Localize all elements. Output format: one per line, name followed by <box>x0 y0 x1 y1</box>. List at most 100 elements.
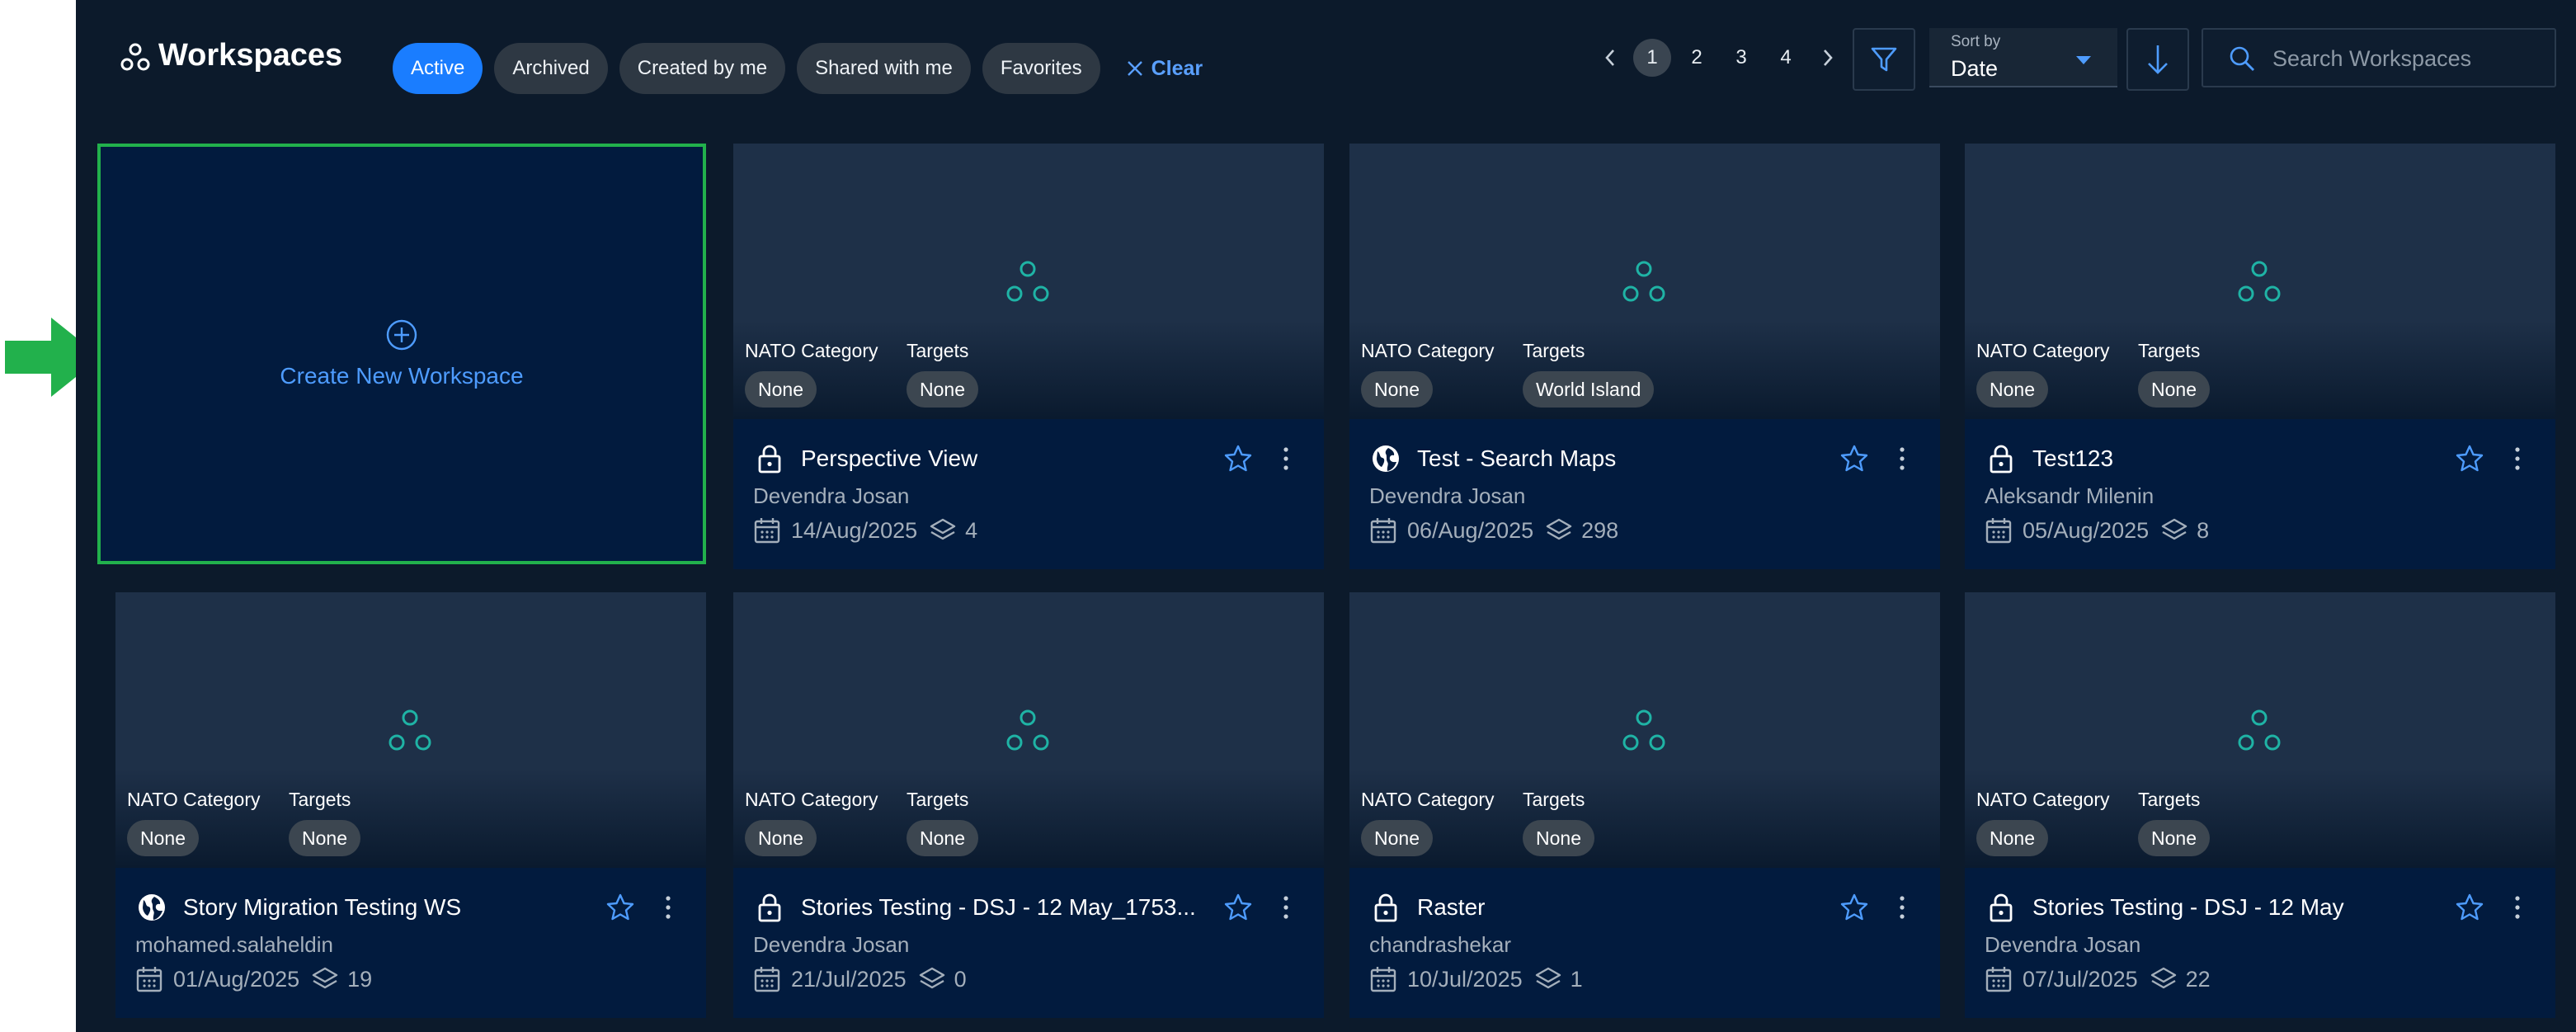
layer-count: 4 <box>965 518 978 543</box>
create-new-workspace-card[interactable]: Create New Workspace <box>97 144 706 564</box>
sort-by-select[interactable]: Sort by Date <box>1929 28 2117 87</box>
more-options-icon[interactable] <box>1278 444 1294 474</box>
workspace-card[interactable]: NATO Category Targets None World Island … <box>1349 144 1940 569</box>
workspace-owner: Devendra Josan <box>753 932 910 957</box>
nato-category-tag: None <box>1361 371 1433 408</box>
calendar-icon <box>136 967 162 992</box>
targets-label: Targets <box>2138 340 2201 361</box>
page-title: Workspaces <box>158 38 343 73</box>
globe-icon <box>1369 442 1402 479</box>
targets-tag: None <box>907 820 978 856</box>
layer-count: 8 <box>2197 518 2210 543</box>
page-1-button[interactable]: 1 <box>1633 39 1671 77</box>
calendar-icon <box>1985 967 2012 992</box>
workspace-title: Test - Search Maps <box>1417 445 1617 471</box>
layers-icon <box>2150 967 2176 989</box>
targets-tag: None <box>289 820 360 856</box>
calendar-icon <box>1985 518 2012 544</box>
workspace-owner: Devendra Josan <box>1985 932 2141 957</box>
favorite-star-icon[interactable] <box>1839 893 1869 922</box>
workspace-card[interactable]: NATO Category Targets None None Perspect… <box>733 144 1324 569</box>
filter-icon <box>1871 47 1897 72</box>
more-options-icon[interactable] <box>2509 893 2526 922</box>
workspace-card[interactable]: NATO Category Targets None None Raster c… <box>1349 592 1940 1018</box>
targets-tag: None <box>907 371 978 408</box>
favorite-star-icon[interactable] <box>2455 444 2484 474</box>
workspace-owner: mohamed.salaheldin <box>135 932 333 957</box>
workspace-placeholder-icon <box>1006 709 1049 751</box>
lock-icon <box>1985 442 2018 479</box>
workspace-placeholder-icon <box>1622 709 1665 751</box>
page-2-button[interactable]: 2 <box>1678 39 1716 77</box>
caret-down-icon <box>2076 56 2091 64</box>
page-3-button[interactable]: 3 <box>1722 39 1760 77</box>
workspace-card[interactable]: NATO Category Targets None None Story Mi… <box>115 592 706 1018</box>
workspace-title: Stories Testing - DSJ - 12 May <box>2032 894 2344 920</box>
workspace-title: Stories Testing - DSJ - 12 May_1753... <box>801 894 1196 920</box>
targets-label: Targets <box>907 340 969 361</box>
close-icon <box>1127 61 1142 76</box>
favorite-star-icon[interactable] <box>1223 893 1253 922</box>
workspace-thumbnail: NATO Category Targets None None <box>115 592 706 868</box>
filter-shared-with-me-chip[interactable]: Shared with me <box>797 43 971 94</box>
workspace-placeholder-icon <box>389 709 431 751</box>
calendar-icon <box>754 967 780 992</box>
more-options-icon[interactable] <box>660 893 676 922</box>
workspace-placeholder-icon <box>1622 261 1665 302</box>
layers-icon <box>2161 518 2187 540</box>
targets-tag: None <box>1523 820 1594 856</box>
nato-category-tag: None <box>1976 371 2048 408</box>
layer-count: 298 <box>1581 518 1619 543</box>
nato-category-tag: None <box>127 820 199 856</box>
nato-category-label: NATO Category <box>1976 789 2110 810</box>
filter-chips: Active Archived Created by me Shared wit… <box>393 43 1203 94</box>
workspace-date: 01/Aug/2025 <box>173 967 300 992</box>
sort-direction-button[interactable] <box>2126 28 2189 91</box>
more-options-icon[interactable] <box>1894 444 1910 474</box>
search-box <box>2202 28 2556 87</box>
layers-icon <box>1535 967 1561 989</box>
filter-created-by-me-chip[interactable]: Created by me <box>619 43 786 94</box>
lock-icon <box>1985 891 2018 928</box>
page-4-button[interactable]: 4 <box>1767 39 1805 77</box>
nato-category-label: NATO Category <box>1361 340 1495 361</box>
lock-icon <box>753 442 786 479</box>
nato-category-tag: None <box>1976 820 2048 856</box>
layers-icon <box>312 967 338 989</box>
targets-label: Targets <box>907 789 969 810</box>
layer-count: 19 <box>347 967 373 992</box>
clear-filters-button[interactable]: Clear <box>1112 43 1203 94</box>
next-page-button[interactable] <box>1811 38 1844 78</box>
workspace-owner: Devendra Josan <box>753 483 910 508</box>
workspace-card[interactable]: NATO Category Targets None None Stories … <box>733 592 1324 1018</box>
favorite-star-icon[interactable] <box>1223 444 1253 474</box>
layer-count: 22 <box>2185 967 2211 992</box>
workspace-title: Perspective View <box>801 445 978 471</box>
layers-icon <box>919 967 944 989</box>
favorite-star-icon[interactable] <box>1839 444 1869 474</box>
nato-category-label: NATO Category <box>1361 789 1495 810</box>
workspace-title: Story Migration Testing WS <box>183 894 462 920</box>
favorite-star-icon[interactable] <box>605 893 635 922</box>
prev-page-button[interactable] <box>1594 38 1627 78</box>
favorite-star-icon[interactable] <box>2455 893 2484 922</box>
workspace-card[interactable]: NATO Category Targets None None Test123 … <box>1965 144 2555 569</box>
search-input[interactable] <box>2272 38 2545 79</box>
pagination: 1 2 3 4 <box>1594 38 1844 78</box>
workspace-card[interactable]: NATO Category Targets None None Stories … <box>1965 592 2555 1018</box>
globe-icon <box>135 891 168 928</box>
filter-button[interactable] <box>1853 28 1915 91</box>
workspaces-app: Workspaces Active Archived Created by me… <box>76 0 2576 1032</box>
workspace-placeholder-icon <box>2238 709 2281 751</box>
filter-active-chip[interactable]: Active <box>393 43 483 94</box>
layers-icon <box>930 518 956 540</box>
workspace-placeholder-icon <box>1006 261 1049 302</box>
more-options-icon[interactable] <box>1894 893 1910 922</box>
more-options-icon[interactable] <box>1278 893 1294 922</box>
layers-icon <box>1546 518 1572 540</box>
filter-archived-chip[interactable]: Archived <box>494 43 608 94</box>
more-options-icon[interactable] <box>2509 444 2526 474</box>
workspace-thumbnail: NATO Category Targets None None <box>1349 592 1940 868</box>
workspace-owner: chandrashekar <box>1369 932 1511 957</box>
filter-favorites-chip[interactable]: Favorites <box>982 43 1100 94</box>
